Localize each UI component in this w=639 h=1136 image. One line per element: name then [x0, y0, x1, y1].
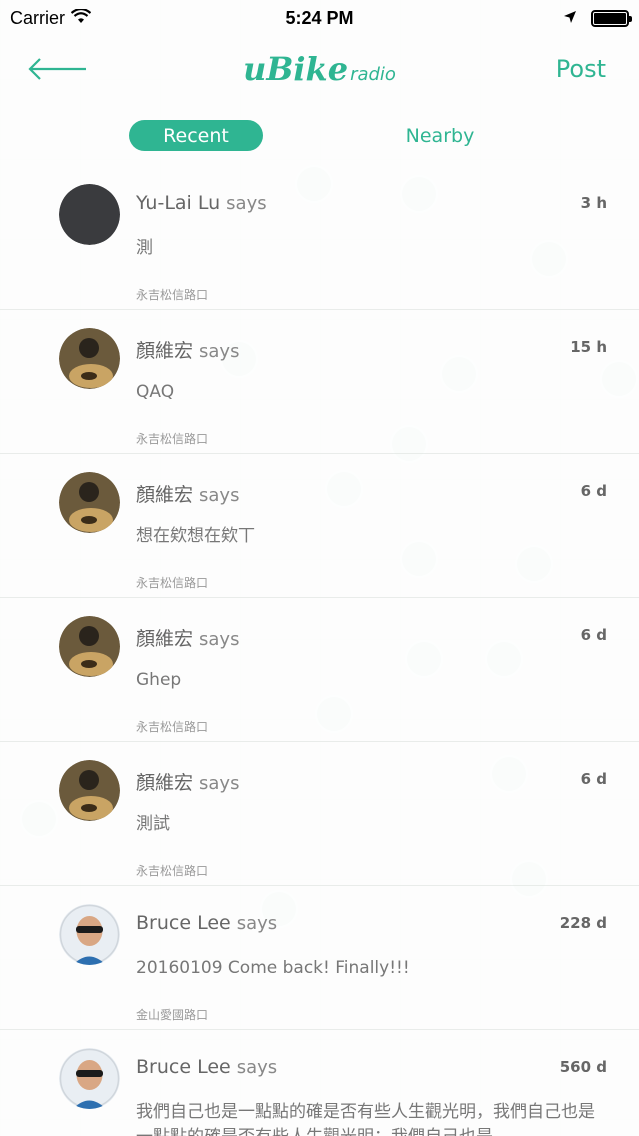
post-button[interactable]: Post: [556, 55, 606, 83]
post-header: 顏維宏 says: [136, 768, 239, 795]
says-label: says: [199, 773, 240, 794]
avatar[interactable]: [59, 472, 120, 533]
post-item[interactable]: Bruce Lee says 228 d 20160109 Come back! …: [0, 886, 639, 1030]
post-time: 560 d: [559, 1058, 607, 1076]
post-body: QAQ: [136, 382, 175, 402]
post-header: Bruce Lee says: [136, 1056, 277, 1078]
post-time: 228 d: [559, 914, 607, 932]
post-time: 6 d: [580, 770, 607, 788]
status-bar: Carrier 5:24 PM: [0, 0, 639, 36]
wifi-icon: [70, 7, 92, 29]
post-body: 想在欸想在欸丅: [136, 526, 255, 546]
segment-tabs: Recent Nearby: [0, 120, 639, 152]
location-arrow-icon: [563, 8, 577, 29]
avatar[interactable]: [59, 1048, 120, 1109]
post-header: Yu-Lai Lu says: [136, 192, 267, 214]
post-time: 6 d: [580, 482, 607, 500]
post-location: 永吉松信路口: [136, 864, 209, 878]
post-location: 永吉松信路口: [136, 288, 209, 302]
avatar[interactable]: [59, 328, 120, 389]
post-item[interactable]: Yu-Lai Lu says 3 h 測 永吉松信路口: [0, 166, 639, 310]
post-location: 永吉松信路口: [136, 576, 209, 590]
post-location: 金山愛國路口: [136, 1008, 209, 1022]
post-header: 顏維宏 says: [136, 624, 239, 651]
status-left: Carrier: [10, 7, 92, 29]
says-label: says: [226, 193, 267, 214]
post-body: Ghep: [136, 670, 182, 690]
post-body: 測試: [136, 814, 170, 834]
says-label: says: [199, 341, 240, 362]
back-button[interactable]: [28, 54, 90, 84]
says-label: says: [236, 913, 278, 934]
says-label: says: [199, 485, 240, 506]
app-logo: uBike radio: [0, 50, 639, 88]
author-name[interactable]: 顏維宏: [136, 772, 193, 794]
tab-recent[interactable]: Recent: [129, 120, 263, 151]
author-name[interactable]: Bruce Lee: [136, 1056, 231, 1078]
tab-nearby[interactable]: Nearby: [380, 120, 500, 151]
says-label: says: [236, 1057, 278, 1078]
post-time: 6 d: [580, 626, 607, 644]
post-header: 顏維宏 says: [136, 480, 239, 507]
post-header: Bruce Lee says: [136, 912, 277, 934]
author-name[interactable]: Bruce Lee: [136, 912, 231, 934]
avatar[interactable]: [59, 184, 120, 245]
post-item[interactable]: Bruce Lee says 560 d 我們自己也是一點點的確是否有些人生觀光明…: [0, 1030, 639, 1136]
post-item[interactable]: 顏維宏 says 6 d 測試 永吉松信路口: [0, 742, 639, 886]
carrier-label: Carrier: [10, 7, 66, 28]
post-body: 我們自己也是一點點的確是否有些人生觀光明，我們自己也是一點點的確是否有些人生觀光…: [136, 1102, 595, 1136]
post-feed: Yu-Lai Lu says 3 h 測 永吉松信路口 顏維宏 says 15 h …: [0, 166, 639, 1136]
post-location: 永吉松信路口: [136, 720, 209, 734]
author-name[interactable]: 顏維宏: [136, 628, 193, 650]
post-header: 顏維宏 says: [136, 336, 239, 363]
post-time: 3 h: [580, 194, 607, 212]
logo-main: uBike: [243, 50, 349, 88]
avatar[interactable]: [59, 616, 120, 677]
post-location: 永吉松信路口: [136, 432, 209, 446]
logo-sub: radio: [350, 64, 396, 85]
post-time: 15 h: [570, 338, 607, 356]
post-body: 測: [136, 238, 153, 258]
avatar[interactable]: [59, 760, 120, 821]
battery-icon: [591, 9, 632, 27]
status-time: 5:24 PM: [285, 7, 354, 28]
status-right: [563, 8, 632, 29]
author-name[interactable]: 顏維宏: [136, 484, 193, 506]
back-arrow-icon: [28, 58, 86, 80]
author-name[interactable]: Yu-Lai Lu: [136, 192, 220, 214]
author-name[interactable]: 顏維宏: [136, 340, 193, 362]
post-item[interactable]: 顏維宏 says 6 d 想在欸想在欸丅 永吉松信路口: [0, 454, 639, 598]
nav-bar: uBike radio Post: [0, 36, 639, 102]
says-label: says: [199, 629, 240, 650]
post-item[interactable]: 顏維宏 says 6 d Ghep 永吉松信路口: [0, 598, 639, 742]
post-item[interactable]: 顏維宏 says 15 h QAQ 永吉松信路口: [0, 310, 639, 454]
post-body: 20160109 Come back! Finally!!!: [136, 958, 410, 978]
avatar[interactable]: [59, 904, 120, 965]
